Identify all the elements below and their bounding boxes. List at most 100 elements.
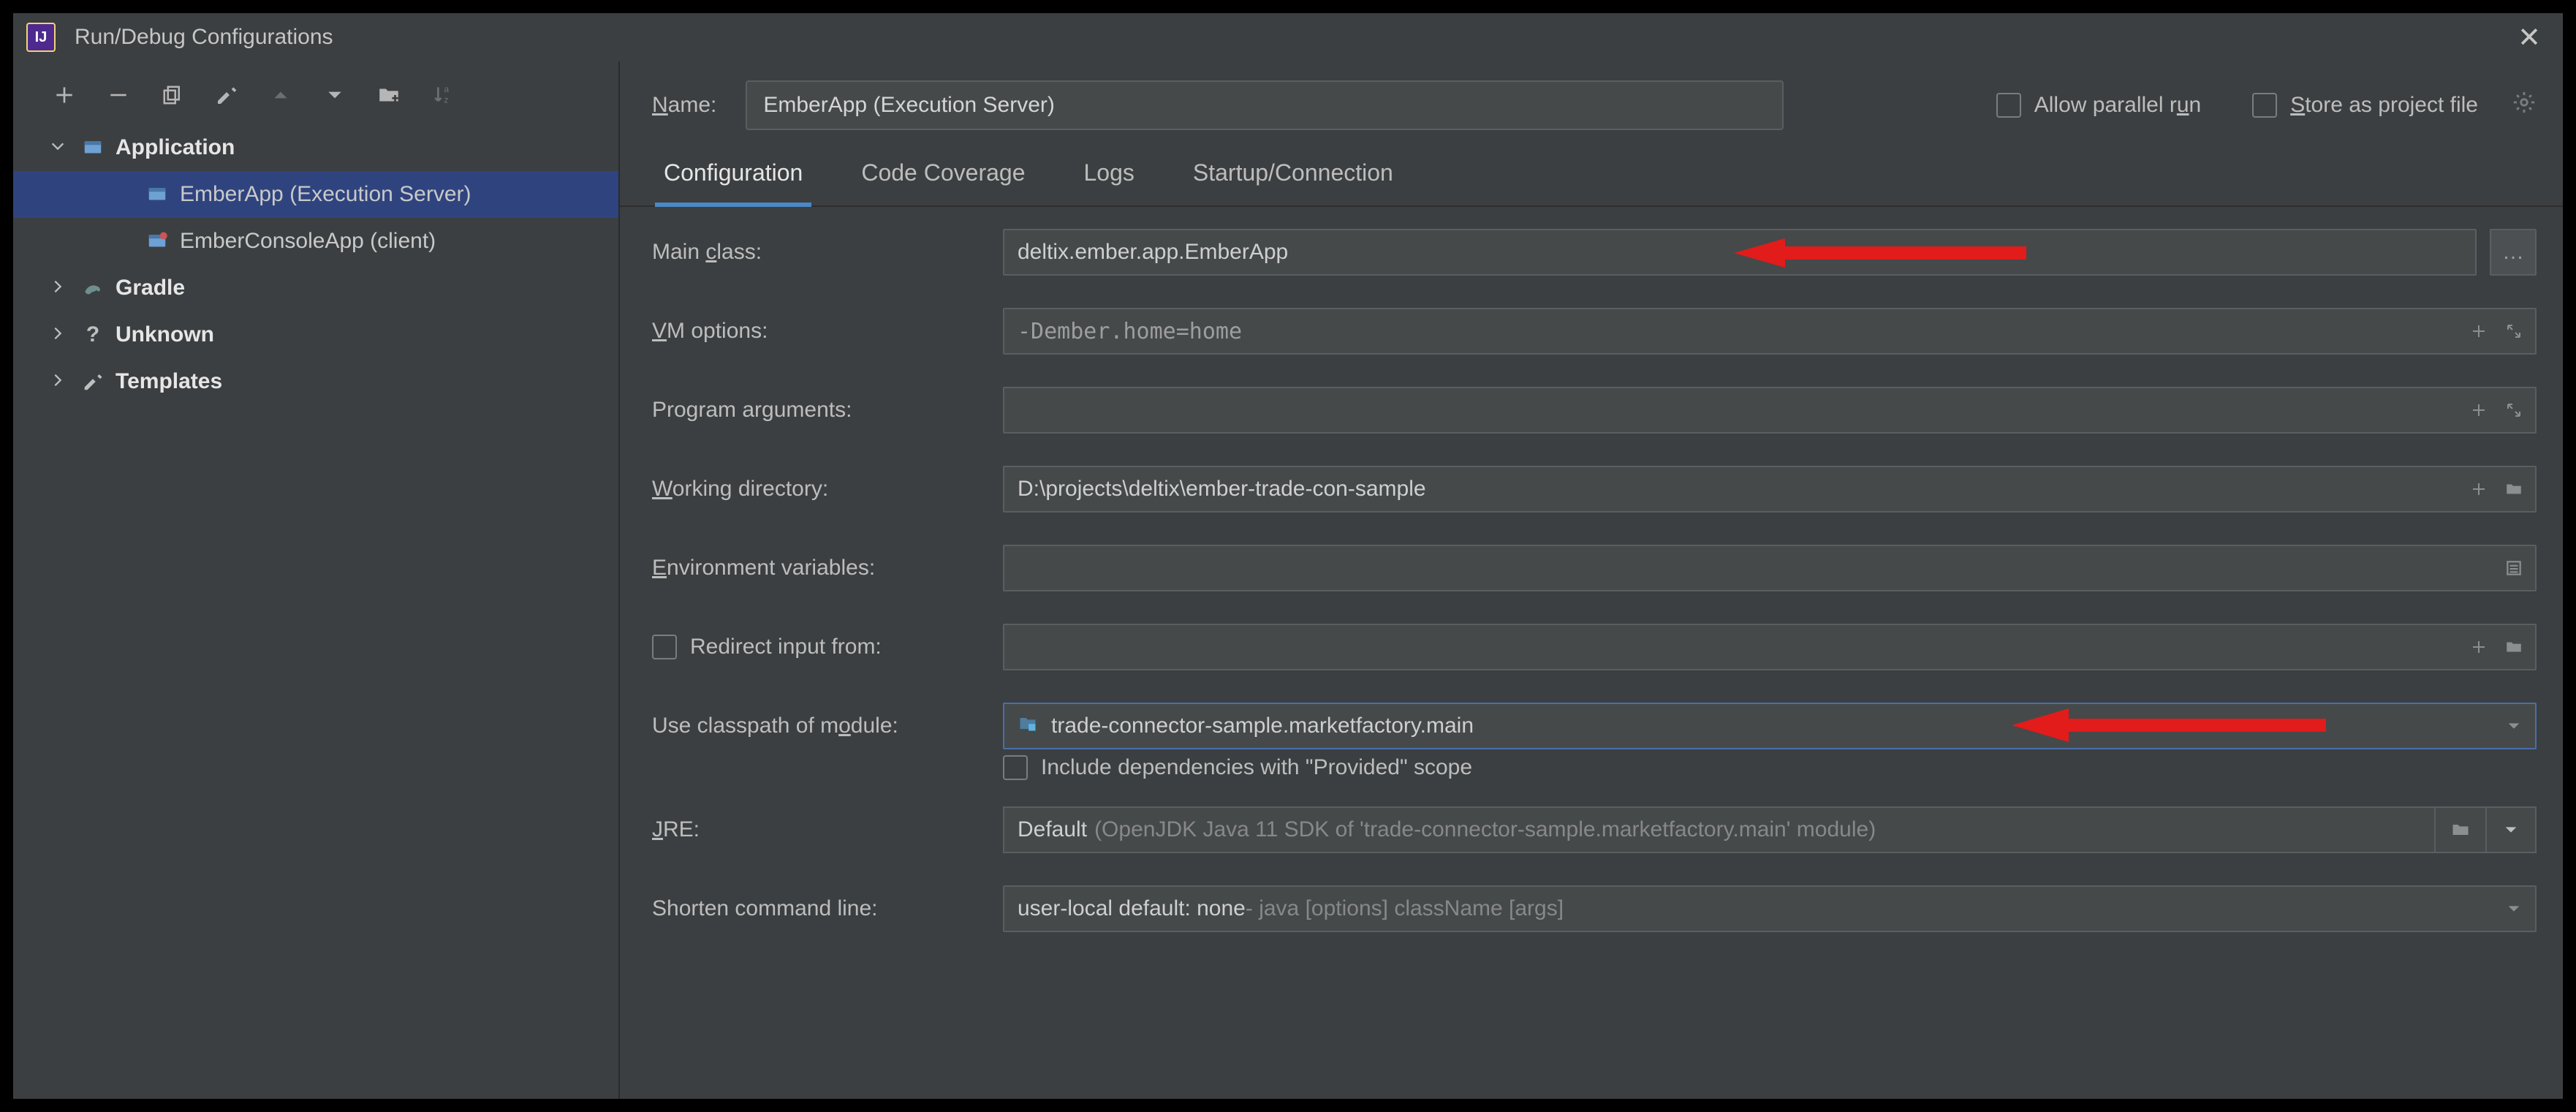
redirect-input-field[interactable] [1003, 624, 2537, 670]
remove-config-button[interactable] [104, 80, 133, 110]
checkbox-icon [2252, 93, 2277, 118]
row-vm-options: VM options: -Dember.home=home [652, 308, 2537, 355]
tree-node-application[interactable]: Application [13, 124, 618, 171]
folder-icon [2501, 635, 2526, 659]
chevron-right-icon [50, 322, 70, 347]
copy-config-button[interactable] [158, 80, 187, 110]
row-classpath-module: Use classpath of module: trade-connector… [652, 703, 2537, 749]
shorten-command-line-label: Shorten command line: [652, 896, 1003, 921]
tab-configuration[interactable]: Configuration [659, 146, 807, 205]
checkbox-icon [1003, 755, 1028, 780]
move-down-button[interactable] [320, 80, 349, 110]
insert-macro-icon[interactable] [2466, 398, 2491, 423]
svg-text:a: a [444, 84, 449, 94]
row-environment-variables: Environment variables: [652, 545, 2537, 591]
sidebar-toolbar: az [13, 75, 618, 124]
row-program-arguments: Program arguments: [652, 387, 2537, 434]
svg-text:z: z [444, 95, 448, 105]
store-as-project-file-checkbox[interactable]: Store as project file [2252, 93, 2478, 118]
configuration-form: Main class: deltix.ember.app.EmberApp … … [620, 207, 2563, 1099]
working-directory-label: Working directory: [652, 477, 1003, 502]
list-icon[interactable] [2501, 556, 2526, 580]
chevron-down-icon [2501, 896, 2526, 921]
application-icon [145, 182, 170, 207]
environment-variables-input[interactable] [1003, 545, 2537, 591]
tab-code-coverage[interactable]: Code Coverage [857, 146, 1029, 205]
chevron-down-icon [2501, 714, 2526, 738]
edit-templates-button[interactable] [212, 80, 241, 110]
tree-node-gradle[interactable]: Gradle [13, 265, 618, 311]
module-icon [1018, 713, 1038, 739]
sort-button[interactable]: az [428, 80, 458, 110]
insert-macro-icon[interactable] [2466, 477, 2491, 502]
chevron-right-icon [50, 276, 70, 300]
classpath-module-label: Use classpath of module: [652, 714, 1003, 738]
tree-node-emberapp[interactable]: EmberApp (Execution Server) [13, 171, 618, 218]
jre-select[interactable]: Default (OpenJDK Java 11 SDK of 'trade‑c… [1003, 806, 2434, 853]
include-provided-checkbox[interactable]: Include dependencies with "Provided" sco… [1003, 755, 2537, 780]
program-arguments-label: Program arguments: [652, 398, 1003, 423]
main-class-label: Main class: [652, 240, 1003, 265]
unknown-icon: ? [80, 322, 105, 347]
gradle-icon [80, 276, 105, 300]
configurations-sidebar: az Application EmberApp [13, 61, 620, 1099]
tree-label: Gradle [115, 276, 185, 300]
tree-label: Unknown [115, 322, 214, 347]
window-title: Run/Debug Configurations [75, 25, 333, 50]
vm-options-label: VM options: [652, 319, 1003, 344]
application-icon [80, 135, 105, 160]
application-edited-icon [145, 229, 170, 254]
row-shorten-command-line: Shorten command line: user-local default… [652, 885, 2537, 932]
configuration-editor: Name: Allow parallel run Store as projec… [620, 61, 2563, 1099]
configurations-tree[interactable]: Application EmberApp (Execution Server) … [13, 124, 618, 1099]
tab-logs[interactable]: Logs [1079, 146, 1138, 205]
tree-label: EmberConsoleApp (client) [180, 229, 436, 254]
row-working-directory: Working directory: D:\projects\deltix\em… [652, 466, 2537, 512]
environment-variables-label: Environment variables: [652, 556, 1003, 580]
chevron-right-icon [50, 369, 70, 394]
add-config-button[interactable] [50, 80, 79, 110]
chevron-down-icon [50, 135, 70, 160]
row-main-class: Main class: deltix.ember.app.EmberApp … [652, 229, 2537, 276]
main-class-input[interactable]: deltix.ember.app.EmberApp [1003, 229, 2477, 276]
expand-icon[interactable] [2501, 398, 2526, 423]
titlebar: IJ Run/Debug Configurations ✕ [13, 13, 2563, 61]
row-jre: JRE: Default (OpenJDK Java 11 SDK of 'tr… [652, 806, 2537, 853]
move-up-button[interactable] [266, 80, 295, 110]
name-input[interactable] [746, 80, 1784, 130]
run-debug-configurations-dialog: IJ Run/Debug Configurations ✕ [13, 13, 2563, 1099]
insert-macro-icon[interactable] [2466, 319, 2491, 344]
wrench-icon [80, 369, 105, 394]
tree-label: Application [115, 135, 235, 160]
allow-parallel-run-checkbox[interactable]: Allow parallel run [1996, 93, 2201, 118]
header-row: Name: Allow parallel run Store as projec… [620, 61, 2563, 146]
gear-icon[interactable] [2512, 90, 2537, 121]
tree-label: Templates [115, 369, 222, 394]
folder-button[interactable] [374, 80, 404, 110]
jre-dropdown-button[interactable] [2485, 806, 2537, 853]
tab-startup-connection[interactable]: Startup/Connection [1189, 146, 1398, 205]
browse-class-button[interactable]: … [2490, 229, 2537, 276]
folder-icon[interactable] [2501, 477, 2526, 502]
jre-label: JRE: [652, 817, 1003, 842]
intellij-icon: IJ [26, 23, 56, 52]
vm-options-input[interactable]: -Dember.home=home [1003, 308, 2537, 355]
tree-node-templates[interactable]: Templates [13, 358, 618, 405]
checkbox-icon [1996, 93, 2021, 118]
program-arguments-input[interactable] [1003, 387, 2537, 434]
name-label: Name: [652, 93, 716, 118]
working-directory-input[interactable]: D:\projects\deltix\ember-trade-con-sampl… [1003, 466, 2537, 512]
redirect-input-label: Redirect input from: [652, 635, 1003, 659]
row-redirect-input: Redirect input from: [652, 624, 2537, 670]
shorten-command-line-select[interactable]: user-local default: none - java [options… [1003, 885, 2537, 932]
tree-node-unknown[interactable]: ? Unknown [13, 311, 618, 358]
expand-icon[interactable] [2501, 319, 2526, 344]
tree-node-emberconsoleapp[interactable]: EmberConsoleApp (client) [13, 218, 618, 265]
tree-label: EmberApp (Execution Server) [180, 182, 471, 207]
tabs: Configuration Code Coverage Logs Startup… [620, 146, 2563, 207]
checkbox-icon[interactable] [652, 635, 677, 659]
close-button[interactable]: ✕ [2509, 18, 2550, 57]
classpath-module-select[interactable]: trade-connector-sample.marketfactory.mai… [1003, 703, 2537, 749]
insert-macro-icon [2466, 635, 2491, 659]
jre-browse-button[interactable] [2434, 806, 2485, 853]
